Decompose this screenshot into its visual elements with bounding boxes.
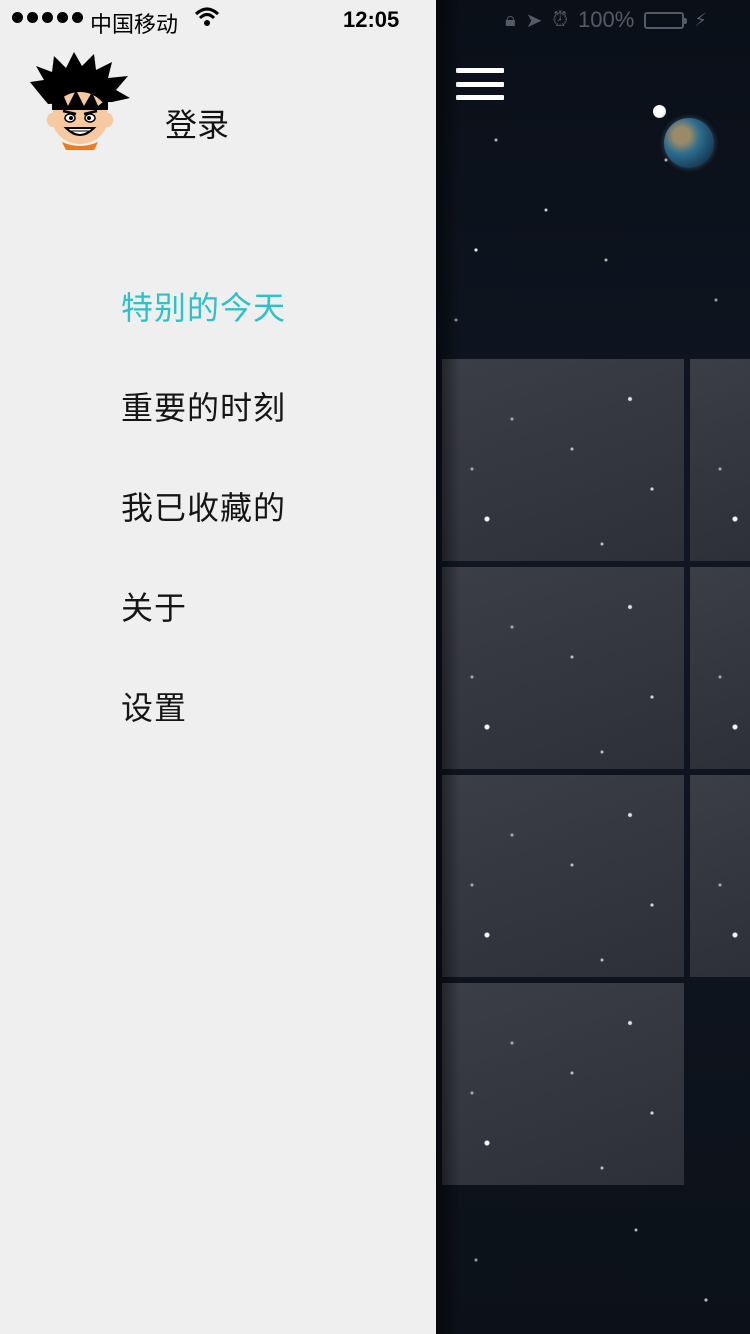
status-bar: 中国移动 12:05 🔒︎ ➤ ⏰︎ 100% ⚡︎ — [0, 0, 750, 40]
earth-image — [664, 118, 714, 168]
grid-tile[interactable] — [690, 359, 750, 561]
hamburger-bar — [456, 95, 504, 100]
hamburger-menu-button[interactable] — [456, 68, 504, 100]
main-content — [436, 0, 750, 1334]
signal-strength-icon — [12, 12, 83, 23]
grid-tile[interactable] — [442, 359, 684, 561]
menu-item-important-moments[interactable]: 重要的时刻 — [121, 386, 286, 486]
menu-item-about[interactable]: 关于 — [121, 586, 286, 686]
grid-tile[interactable] — [442, 567, 684, 769]
hamburger-bar — [456, 81, 504, 87]
orientation-lock-icon: 🔒︎ — [505, 8, 516, 31]
menu-item-special-today[interactable]: 特别的今天 — [121, 286, 286, 386]
grid-tile[interactable] — [690, 567, 750, 769]
grid-tile[interactable] — [442, 983, 684, 1185]
menu-item-settings[interactable]: 设置 — [121, 686, 286, 786]
avatar[interactable] — [28, 52, 132, 150]
alarm-icon: ⏰︎ — [552, 8, 569, 31]
status-time: 12:05 — [343, 7, 400, 32]
moon-image — [653, 105, 666, 118]
location-arrow-icon: ➤ — [525, 9, 543, 32]
avatar-goku-icon — [30, 52, 130, 150]
login-link[interactable]: 登录 — [165, 100, 229, 146]
battery-percentage: 100% — [578, 7, 635, 32]
side-drawer: 登录 特别的今天 重要的时刻 我已收藏的 关于 设置 — [0, 0, 436, 1334]
grid-tile[interactable] — [690, 775, 750, 977]
status-right-group: 🔒︎ ➤ ⏰︎ 100% ⚡︎ — [505, 7, 707, 33]
grid-tile[interactable] — [442, 775, 684, 977]
wifi-icon — [194, 6, 220, 34]
carrier-name: 中国移动 — [90, 12, 179, 37]
charging-bolt-icon: ⚡︎ — [694, 9, 707, 30]
menu-item-favorites[interactable]: 我已收藏的 — [121, 486, 286, 586]
battery-icon — [644, 11, 688, 29]
hamburger-menu-icon — [456, 68, 504, 73]
drawer-menu: 特别的今天 重要的时刻 我已收藏的 关于 设置 — [121, 286, 286, 786]
